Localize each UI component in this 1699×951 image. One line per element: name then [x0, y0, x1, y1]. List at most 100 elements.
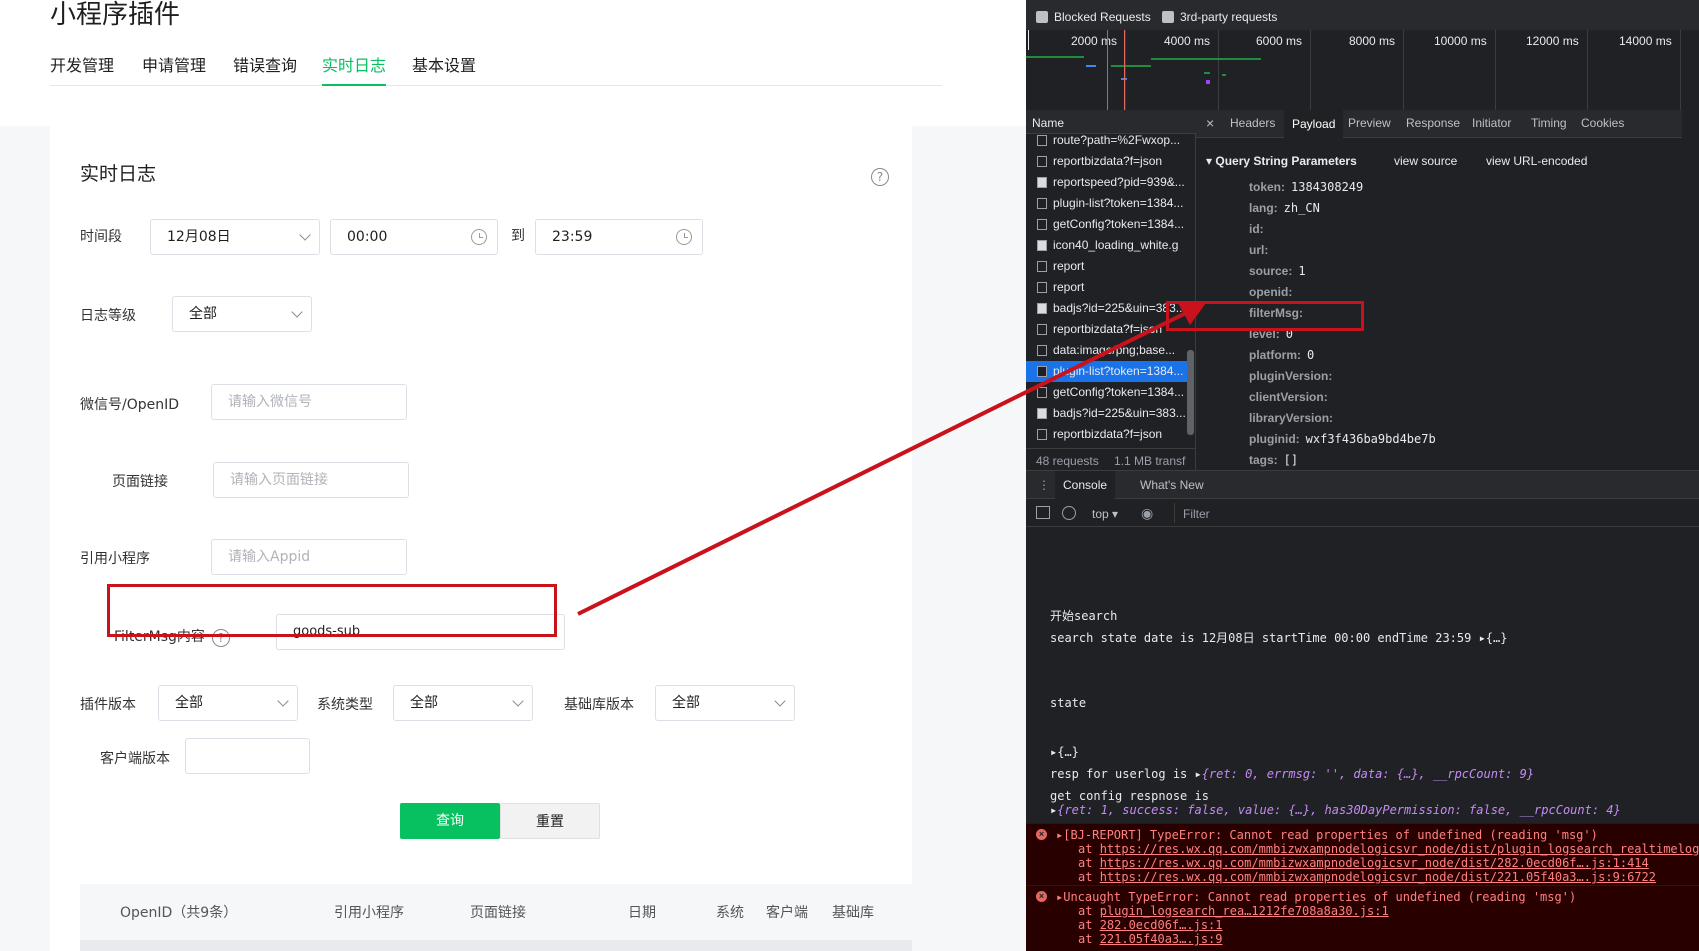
request-list-scrollbar[interactable] — [1187, 350, 1194, 435]
client-version-input[interactable] — [185, 738, 310, 774]
request-row[interactable]: plugin-list?token=1384... — [1026, 193, 1188, 214]
error-uncaught-typeerror[interactable]: × ▸Uncaught TypeError: Cannot read prope… — [1026, 885, 1699, 951]
stack-link[interactable]: plugin_logsearch_rea…1212fe708a8a30.js:1 — [1100, 904, 1389, 918]
request-row[interactable]: badjs?id=225&uin=383... — [1026, 298, 1188, 319]
query-param: clientVersion: — [1249, 390, 1328, 404]
query-param: url: — [1249, 243, 1269, 257]
results-table-header: OpenID（共9条） 引用小程序 页面链接 日期 系统 客户端 基础库 — [80, 884, 912, 940]
request-row[interactable]: report — [1026, 277, 1188, 298]
tab-timing[interactable]: Timing — [1531, 116, 1567, 130]
eye-icon[interactable]: ◉ — [1141, 506, 1153, 520]
date-select[interactable]: 12月08日 — [150, 219, 320, 255]
console-filter-input[interactable]: Filter — [1174, 503, 1699, 523]
plugin-version-label: 插件版本 — [80, 697, 136, 713]
tab-whats-new[interactable]: What's New — [1140, 478, 1204, 492]
request-row[interactable]: report — [1026, 256, 1188, 277]
request-row[interactable]: data:image/png;base... — [1026, 340, 1188, 361]
tab-cookies[interactable]: Cookies — [1581, 116, 1624, 130]
reset-button[interactable]: 重置 — [500, 803, 600, 839]
view-source-link[interactable]: view source — [1394, 154, 1457, 168]
page-title: 小程序插件 — [50, 0, 181, 30]
tab-response[interactable]: Response — [1406, 116, 1460, 130]
blocked-requests-checkbox[interactable] — [1036, 11, 1048, 23]
tab-initiator[interactable]: Initiator — [1472, 116, 1511, 130]
start-time-picker[interactable]: 00:00 — [330, 219, 498, 255]
tab-realtime-log[interactable]: 实时日志 — [322, 55, 387, 86]
file-icon — [1037, 261, 1047, 272]
end-time-picker[interactable]: 23:59 — [535, 219, 703, 255]
stack-link[interactable]: https://res.wx.qq.com/mmbizwxampnodelogi… — [1100, 842, 1699, 856]
file-icon — [1037, 366, 1047, 377]
third-party-checkbox[interactable] — [1162, 11, 1174, 23]
close-detail-icon[interactable]: × — [1206, 115, 1214, 131]
request-row[interactable]: reportbizdata?f=json — [1026, 151, 1188, 172]
error-icon: × — [1036, 829, 1047, 840]
query-param: pluginVersion: — [1249, 369, 1333, 383]
tick-6000: 6000 ms — [1256, 34, 1303, 48]
request-row[interactable]: reportbizdata?f=json — [1026, 319, 1188, 340]
log-state-object[interactable]: ▸{…} — [1050, 745, 1079, 759]
page-link-input[interactable]: 请输入页面链接 — [213, 462, 409, 498]
appid-label: 引用小程序 — [80, 551, 150, 567]
request-row[interactable]: reportbizdata?f=json — [1026, 424, 1188, 445]
filtermsg-highlight-box — [107, 584, 557, 637]
sidebar-toggle-icon[interactable] — [1036, 506, 1050, 519]
wechat-openid-input[interactable]: 请输入微信号 — [211, 384, 407, 420]
request-row[interactable]: plugin-list?token=1384... — [1026, 361, 1188, 382]
query-param: token: 1384308249 — [1249, 180, 1364, 194]
tab-console[interactable]: Console — [1055, 471, 1116, 499]
stack-link[interactable]: https://res.wx.qq.com/mmbizwxampnodelogi… — [1100, 856, 1649, 870]
request-row[interactable]: badjs?id=225&uin=383... — [1026, 403, 1188, 424]
tick-10000: 10000 ms — [1434, 34, 1487, 48]
network-timeline-overview[interactable]: 2000 ms 4000 ms 6000 ms 8000 ms 10000 ms… — [1026, 30, 1699, 110]
plugin-version-select[interactable]: 全部 — [158, 685, 298, 721]
query-button[interactable]: 查询 — [400, 803, 500, 839]
request-row[interactable]: getConfig?token=1384... — [1026, 382, 1188, 403]
help-icon[interactable]: ? — [871, 168, 889, 186]
tab-headers[interactable]: Headers — [1230, 116, 1275, 130]
log-resp-userlog[interactable]: resp for userlog is ▸{ret: 0, errmsg: ''… — [1050, 767, 1534, 781]
os-type-select[interactable]: 全部 — [393, 685, 533, 721]
tab-payload[interactable]: Payload — [1284, 110, 1344, 138]
realtime-log-card: 实时日志 ? 时间段 12月08日 00:00 到 23:59 日志等级 全部 … — [50, 126, 912, 951]
stack-link[interactable]: 282.0ecd06f….js:1 — [1100, 918, 1223, 932]
request-row[interactable]: route?path=%2Fwxop... — [1026, 130, 1188, 151]
request-row[interactable]: icon40_loading_white.g — [1026, 235, 1188, 256]
lib-version-label: 基础库版本 — [564, 697, 634, 713]
chevron-down-icon — [774, 695, 786, 707]
qsp-section-toggle[interactable]: ▾ Query String Parameters — [1206, 154, 1357, 168]
tab-error-query[interactable]: 错误查询 — [233, 55, 297, 86]
request-row[interactable]: getConfig?token=1384... — [1026, 214, 1188, 235]
time-range-label: 时间段 — [80, 229, 122, 245]
request-list: Name route?path=%2Fwxop... reportbizdata?… — [1026, 110, 1196, 470]
tick-8000: 8000 ms — [1349, 34, 1396, 48]
tab-basic-settings[interactable]: 基本设置 — [412, 55, 476, 86]
query-param: tags:[] — [1249, 453, 1299, 467]
log-config-object[interactable]: ▸{ret: 1, success: false, value: {…}, ha… — [1050, 803, 1621, 817]
tab-apply-management[interactable]: 申请管理 — [142, 55, 206, 86]
tab-dev-management[interactable]: 开发管理 — [50, 55, 114, 86]
request-row[interactable]: reportspeed?pid=939&... — [1026, 172, 1188, 193]
table-row[interactable] — [80, 940, 912, 951]
log-search-state[interactable]: search state date is 12月08日 startTime 00… — [1050, 631, 1507, 645]
appid-input[interactable]: 请输入Appid — [211, 539, 407, 575]
network-filter-bar: Blocked Requests 3rd-party requests — [1026, 0, 1699, 30]
error-bj-report[interactable]: × ▸[BJ-REPORT] TypeError: Cannot read pr… — [1026, 823, 1699, 885]
view-url-encoded-link[interactable]: view URL-encoded — [1486, 154, 1587, 168]
tab-preview[interactable]: Preview — [1348, 116, 1391, 130]
drawer-menu-icon[interactable]: ⋮ — [1038, 478, 1050, 492]
query-param: platform: 0 — [1249, 348, 1315, 362]
stack-link[interactable]: 221.05f40a3….js:9 — [1100, 932, 1223, 946]
file-icon — [1037, 219, 1047, 230]
context-selector[interactable]: top ▾ — [1092, 507, 1118, 521]
clear-console-icon[interactable] — [1062, 506, 1076, 520]
client-version-label: 客户端版本 — [100, 751, 170, 767]
lib-version-select[interactable]: 全部 — [655, 685, 795, 721]
log-level-label: 日志等级 — [80, 308, 136, 324]
th-client: 客户端 — [766, 905, 808, 921]
stack-link[interactable]: https://res.wx.qq.com/mmbizwxampnodelogi… — [1100, 870, 1656, 884]
page-link-label: 页面链接 — [112, 474, 168, 490]
file-icon — [1037, 156, 1047, 167]
log-level-select[interactable]: 全部 — [172, 296, 312, 332]
query-param: lang: zh_CN — [1249, 201, 1320, 215]
